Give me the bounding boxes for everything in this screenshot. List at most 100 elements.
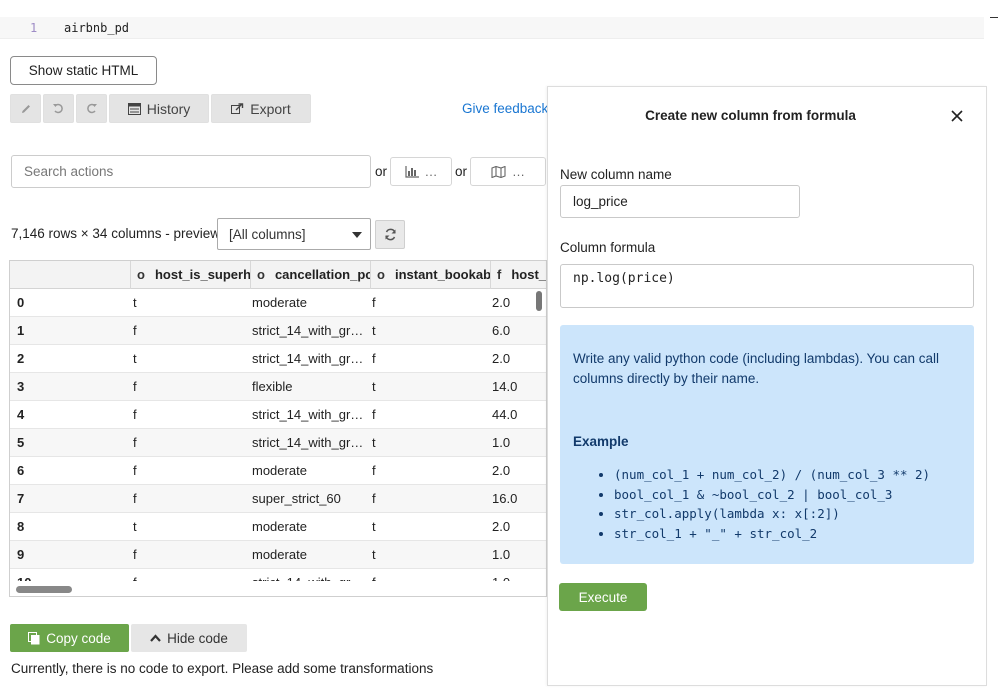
table-cell[interactable]: t [133,289,243,317]
map-icon [491,165,506,178]
table-cell[interactable]: f [372,485,482,513]
or-label: or [375,164,388,179]
map-ellipsis: … [512,164,525,179]
notebook-cell[interactable]: 1 airbnb_pd [0,17,984,39]
table-row[interactable]: 6 f moderate f 2.0 [10,457,546,485]
table-cell[interactable]: moderate [252,541,364,569]
map-button[interactable]: … [470,157,546,186]
table-cell[interactable]: t [133,513,243,541]
table-summary: 7,146 rows × 34 columns - preview [11,226,220,241]
table-cell[interactable]: strict_14_with_grace_period [252,317,364,345]
table-cell[interactable]: 14.0 [492,373,546,401]
column-select[interactable]: [All columns] [217,218,371,250]
hide-code-button[interactable]: Hide code [131,624,247,652]
row-index: 8 [17,519,25,534]
horizontal-scrollbar[interactable] [16,586,72,593]
table-row[interactable]: 4 f strict_14_with_grace_period f 44.0 [10,401,546,429]
close-button[interactable] [947,106,967,126]
table-cell[interactable]: f [133,457,243,485]
table-row[interactable]: 2 t strict_14_with_grace_period f 2.0 [10,345,546,373]
chevron-down-icon [352,232,362,238]
pencil-icon [21,104,30,113]
row-index: 7 [17,491,25,506]
table-cell[interactable]: t [133,345,243,373]
column-header[interactable]: oinstant_bookable [370,261,490,289]
table-cell[interactable]: 6.0 [492,317,546,345]
table-row[interactable]: 1 f strict_14_with_grace_period t 6.0 [10,317,546,345]
column-header[interactable]: fhost_listings_count [490,261,546,289]
table-cell[interactable]: f [372,401,482,429]
table-cell[interactable]: 16.0 [492,485,546,513]
table-cell[interactable]: f [133,485,243,513]
undo-button[interactable] [43,94,74,123]
chart-button[interactable]: … [390,157,452,186]
column-formula-label: Column formula [560,240,656,255]
example-item: bool_col_1 & ~bool_col_2 | bool_col_3 [614,485,930,505]
table-cell[interactable]: 44.0 [492,401,546,429]
line-number: 1 [30,21,38,35]
undo-icon [53,103,63,114]
grid-header: ohost_is_superhost ocancellation_policy … [10,261,546,289]
copy-code-button[interactable]: Copy code [10,624,129,652]
example-heading: Example [573,434,629,449]
history-button[interactable]: History [109,94,209,123]
table-cell[interactable]: f [133,373,243,401]
table-cell[interactable]: f [372,289,482,317]
table-cell[interactable]: moderate [252,457,364,485]
refresh-button[interactable] [375,220,405,249]
table-cell[interactable]: f [133,429,243,457]
close-icon [951,110,963,122]
table-cell[interactable]: 1.0 [492,541,546,569]
table-row[interactable]: 9 f moderate t 1.0 [10,541,546,569]
table-cell[interactable]: f [372,345,482,373]
new-column-name-input[interactable] [560,185,800,218]
cell-divider [990,17,998,18]
edit-button[interactable] [10,94,41,123]
cell-code[interactable]: airbnb_pd [64,21,129,35]
table-cell[interactable]: 1.0 [492,429,546,457]
hide-code-label: Hide code [167,630,228,646]
history-label: History [146,100,191,117]
table-row[interactable]: 7 f super_strict_60 f 16.0 [10,485,546,513]
table-row[interactable]: 8 t moderate t 2.0 [10,513,546,541]
table-cell[interactable]: strict_14_with_grace_period [252,429,364,457]
table-cell[interactable]: t [372,373,482,401]
table-row[interactable]: 5 f strict_14_with_grace_period t 1.0 [10,429,546,457]
column-header[interactable]: ocancellation_policy [250,261,370,289]
table-cell[interactable]: f [133,401,243,429]
table-cell[interactable]: super_strict_60 [252,485,364,513]
execute-button[interactable]: Execute [559,583,647,611]
table-cell[interactable]: flexible [252,373,364,401]
table-cell[interactable]: 2.0 [492,345,546,373]
table-row[interactable]: 3 f flexible t 14.0 [10,373,546,401]
column-header[interactable]: ohost_is_superhost [130,261,250,289]
table-cell[interactable]: moderate [252,289,364,317]
history-icon [127,102,141,115]
column-formula-input[interactable]: np.log(price) [560,264,974,308]
data-grid[interactable]: ohost_is_superhost ocancellation_policy … [9,260,547,597]
table-cell[interactable]: strict_14_with_grace_period [252,401,364,429]
vertical-scrollbar[interactable] [536,291,542,311]
table-row[interactable]: 0 t moderate f 2.0 [10,289,546,317]
table-cell[interactable]: f [133,541,243,569]
copy-icon [28,631,40,644]
give-feedback-link[interactable]: Give feedback [462,101,548,116]
no-code-message: Currently, there is no code to export. P… [11,661,434,676]
table-cell[interactable]: 2.0 [492,513,546,541]
table-cell[interactable]: 2.0 [492,457,546,485]
row-index: 3 [17,379,25,394]
table-cell[interactable]: moderate [252,513,364,541]
redo-button[interactable] [76,94,107,123]
table-cell[interactable]: f [372,457,482,485]
table-cell[interactable]: t [372,317,482,345]
row-index: 4 [17,407,25,422]
search-actions-input[interactable] [11,155,371,188]
table-cell[interactable]: t [372,513,482,541]
table-cell[interactable]: f [133,317,243,345]
show-static-html-button[interactable]: Show static HTML [10,56,157,85]
table-cell[interactable]: t [372,541,482,569]
table-cell[interactable]: t [372,429,482,457]
export-button[interactable]: Export [211,94,311,123]
table-cell[interactable]: strict_14_with_grace_period [252,345,364,373]
refresh-icon [384,228,396,241]
